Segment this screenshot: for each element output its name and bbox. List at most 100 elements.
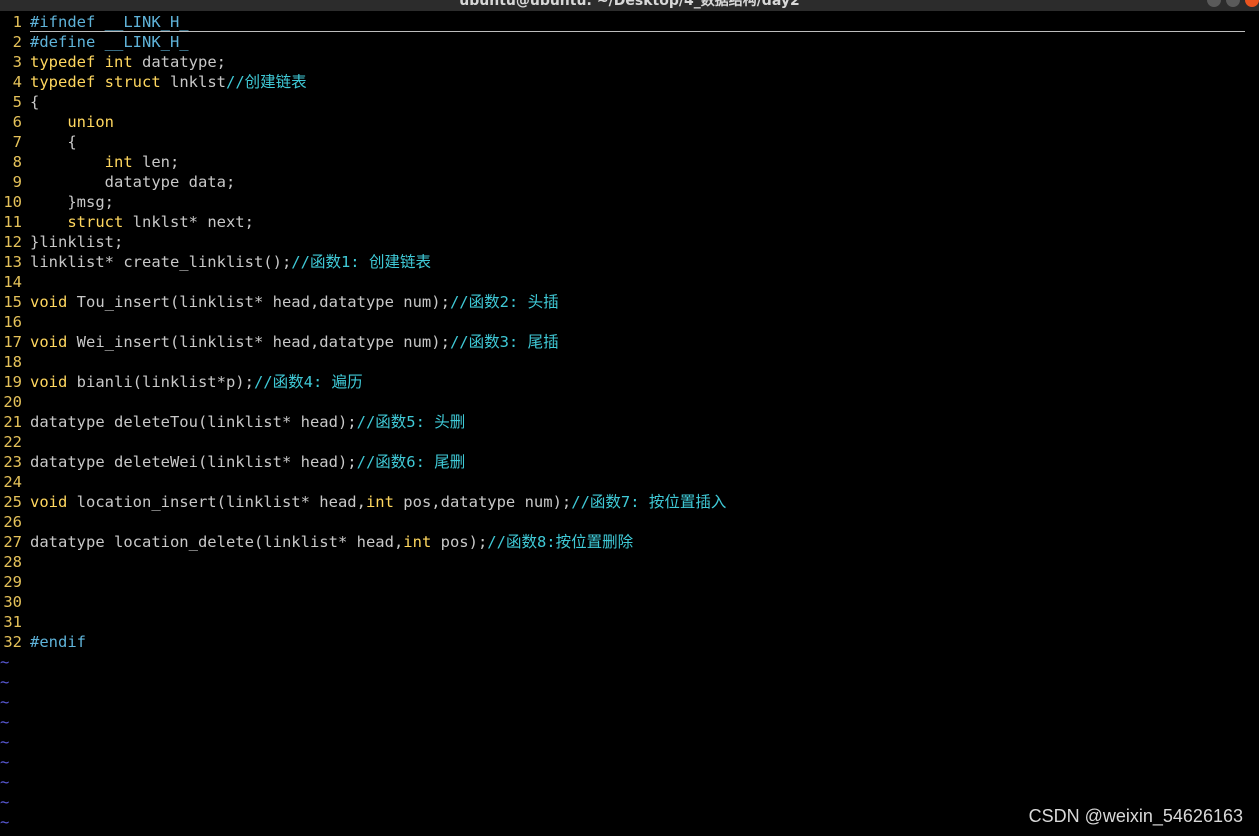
code-line[interactable]: 28 <box>0 552 1259 572</box>
code-line[interactable]: 20 <box>0 392 1259 412</box>
line-number: 26 <box>3 513 22 531</box>
code-text[interactable]: typedef int datatype; <box>30 52 226 72</box>
line-number: 1 <box>12 13 22 31</box>
tilde-marker: ~ <box>0 653 10 671</box>
code-text[interactable]: void bianli(linklist*p);//函数4: 遍历 <box>30 372 363 392</box>
line-number: 14 <box>3 273 22 291</box>
code-line[interactable]: 10 }msg; <box>0 192 1259 212</box>
code-line[interactable]: 6 union <box>0 112 1259 132</box>
code-line[interactable]: 23 datatype deleteWei(linklist* head);//函… <box>0 452 1259 472</box>
code-line[interactable]: 11 struct lnklst* next; <box>0 212 1259 232</box>
code-token: datatype deleteTou(linklist* head); <box>30 413 357 431</box>
code-token: Tou_insert(linklist* head,datatype num); <box>67 293 450 311</box>
code-text[interactable]: datatype deleteWei(linklist* head);//函数6… <box>30 452 465 472</box>
csdn-watermark: CSDN @weixin_54626163 <box>1028 806 1243 826</box>
code-text[interactable]: void location_insert(linklist* head,int … <box>30 492 726 512</box>
code-line[interactable]: 30 <box>0 592 1259 612</box>
code-text[interactable]: }linklist; <box>30 232 123 252</box>
code-line[interactable]: 21 datatype deleteTou(linklist* head);//函… <box>0 412 1259 432</box>
code-text[interactable]: #endif <box>30 632 86 652</box>
code-comment: //函数1: 创建链表 <box>291 253 431 271</box>
line-number: 19 <box>3 373 22 391</box>
code-token: datatype data; <box>30 173 236 191</box>
code-text[interactable]: int len; <box>30 152 180 172</box>
code-line[interactable]: 32 #endif <box>0 632 1259 652</box>
code-text[interactable]: datatype data; <box>30 172 236 192</box>
code-line[interactable]: 19 void bianli(linklist*p);//函数4: 遍历 <box>0 372 1259 392</box>
code-token: lnklst <box>160 73 226 91</box>
code-comment: //创建链表 <box>226 73 307 91</box>
code-keyword: int <box>403 533 432 551</box>
code-text[interactable]: { <box>30 92 39 112</box>
code-keyword: void <box>30 493 68 511</box>
line-number: 22 <box>3 433 22 451</box>
code-line[interactable]: 3 typedef int datatype; <box>0 52 1259 72</box>
code-line[interactable]: 12}linklist; <box>0 232 1259 252</box>
code-line[interactable]: 5{ <box>0 92 1259 112</box>
line-number: 13 <box>3 253 22 271</box>
empty-buffer-line: ~ <box>0 732 1259 752</box>
code-text[interactable]: { <box>30 132 76 152</box>
code-text[interactable]: void Tou_insert(linklist* head,datatype … <box>30 292 559 312</box>
code-text[interactable]: #ifndef __LINK_H_ <box>30 12 189 32</box>
code-line[interactable]: 13 linklist* create_linklist();//函数1: 创建链… <box>0 252 1259 272</box>
code-text[interactable]: }msg; <box>30 192 114 212</box>
code-token: location_insert(linklist* head, <box>67 493 366 511</box>
code-line[interactable]: 29 <box>0 572 1259 592</box>
code-line[interactable]: 26 <box>0 512 1259 532</box>
code-token: pos,datatype num); <box>393 493 572 511</box>
code-line[interactable]: 2 #define __LINK_H_ <box>0 32 1259 52</box>
tilde-marker: ~ <box>0 813 10 831</box>
code-line[interactable]: 1 #ifndef __LINK_H_ <box>0 12 1259 32</box>
code-line[interactable]: 31 <box>0 612 1259 632</box>
code-text[interactable]: typedef struct lnklst//创建链表 <box>30 72 307 92</box>
code-text[interactable]: #define __LINK_H_ <box>30 32 189 52</box>
code-line[interactable]: 7 { <box>0 132 1259 152</box>
line-number: 24 <box>3 473 22 491</box>
code-line[interactable]: 8 int len; <box>0 152 1259 172</box>
code-token: bianli(linklist*p); <box>67 373 254 391</box>
vim-editor[interactable]: 1 #ifndef __LINK_H_ 2 #define __LINK_H_ 3 typ… <box>0 12 1259 836</box>
line-number: 5 <box>12 93 22 111</box>
code-line[interactable]: 16 <box>0 312 1259 332</box>
code-token: datatype location_delete(linklist* head, <box>30 533 404 551</box>
line-number: 9 <box>12 173 22 191</box>
code-token: Wei_insert(linklist* head,datatype num); <box>67 333 450 351</box>
code-line[interactable]: 22 <box>0 432 1259 452</box>
line-number: 17 <box>3 333 22 351</box>
code-line[interactable]: 17 void Wei_insert(linklist* head,datatyp… <box>0 332 1259 352</box>
line-number: 23 <box>3 453 22 471</box>
code-text[interactable]: void Wei_insert(linklist* head,datatype … <box>30 332 559 352</box>
code-line[interactable]: 4 typedef struct lnklst//创建链表 <box>0 72 1259 92</box>
line-number: 20 <box>3 393 22 411</box>
code-line[interactable]: 24 <box>0 472 1259 492</box>
code-line[interactable]: 25 void location_insert(linklist* head,in… <box>0 492 1259 512</box>
code-line[interactable]: 14 <box>0 272 1259 292</box>
code-text[interactable]: datatype location_delete(linklist* head,… <box>30 532 633 552</box>
code-token: lnklst* next; <box>123 213 254 231</box>
empty-buffer-line: ~ <box>0 772 1259 792</box>
code-line[interactable]: 9 datatype data; <box>0 172 1259 192</box>
code-text[interactable]: union <box>30 112 114 132</box>
code-text[interactable]: datatype deleteTou(linklist* head);//函数5… <box>30 412 465 432</box>
code-line[interactable]: 15 void Tou_insert(linklist* head,datatyp… <box>0 292 1259 312</box>
tilde-marker: ~ <box>0 713 10 731</box>
tilde-marker: ~ <box>0 673 10 691</box>
code-token: datatype; <box>132 53 226 71</box>
line-number: 15 <box>3 293 22 311</box>
code-line[interactable]: 27 datatype location_delete(linklist* hea… <box>0 532 1259 552</box>
tilde-marker: ~ <box>0 773 10 791</box>
line-number: 7 <box>12 133 22 151</box>
code-text[interactable]: struct lnklst* next; <box>30 212 254 232</box>
code-comment: //函数7: 按位置插入 <box>571 493 727 511</box>
empty-buffer-line: ~ <box>0 692 1259 712</box>
line-number: 18 <box>3 353 22 371</box>
code-text[interactable]: linklist* create_linklist();//函数1: 创建链表 <box>30 252 431 272</box>
code-token: len; <box>132 153 180 171</box>
window-titlebar[interactable]: ubuntu@ubuntu: ~/Desktop/4_数据结构/day2 <box>0 0 1259 11</box>
code-keyword: struct <box>67 213 124 231</box>
code-comment: //函数5: 头删 <box>356 413 466 431</box>
code-line[interactable]: 18 <box>0 352 1259 372</box>
